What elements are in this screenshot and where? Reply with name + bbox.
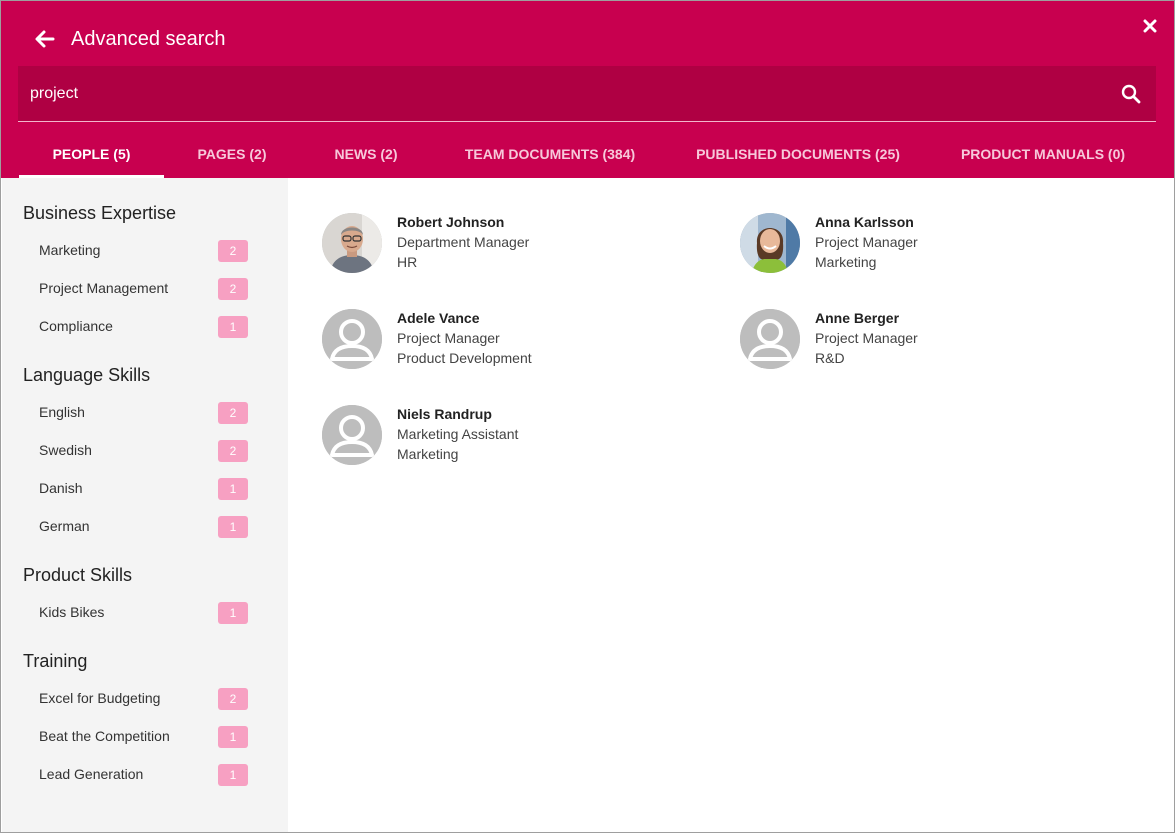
count-badge: 2 [218, 440, 248, 462]
facet-item[interactable]: German [39, 518, 90, 534]
person-card[interactable]: Anna Karlsson Project Manager Marketing [740, 213, 1120, 283]
user-placeholder-icon [740, 309, 800, 369]
search-input[interactable] [30, 80, 1110, 108]
user-placeholder-icon [322, 309, 382, 369]
facet-item[interactable]: Excel for Budgeting [39, 690, 160, 706]
person-card[interactable]: Niels Randrup Marketing Assistant Market… [322, 405, 702, 475]
count-badge: 1 [218, 478, 248, 500]
facet-group-title: Business Expertise [23, 203, 177, 223]
count-badge: 1 [218, 726, 248, 748]
user-placeholder-icon [322, 405, 382, 465]
person-name: Anne Berger [815, 310, 900, 326]
person-department: R&D [815, 350, 845, 366]
facet-group-title: Language Skills [23, 365, 151, 385]
tab-product-manuals[interactable]: PRODUCT MANUALS (0) [956, 136, 1130, 178]
facet-item[interactable]: Beat the Competition [39, 728, 170, 744]
result-tabs: PEOPLE (5) PAGES (2) NEWS (2) TEAM DOCUM… [19, 136, 1159, 178]
person-card[interactable]: Robert Johnson Department Manager HR [322, 213, 702, 283]
person-name: Adele Vance [397, 310, 480, 326]
person-department: Marketing [815, 254, 877, 270]
tab-team-documents[interactable]: TEAM DOCUMENTS (384) [459, 136, 641, 178]
facet-item[interactable]: Danish [39, 480, 83, 496]
facet-group-title: Training [23, 651, 88, 671]
count-badge: 1 [218, 516, 248, 538]
facet-item[interactable]: Compliance [39, 318, 113, 334]
person-department: HR [397, 254, 418, 270]
person-name: Robert Johnson [397, 214, 505, 230]
avatar [322, 213, 382, 273]
count-badge: 1 [218, 764, 248, 786]
tab-news[interactable]: NEWS (2) [316, 136, 416, 178]
count-badge: 1 [218, 602, 248, 624]
person-card[interactable]: Anne Berger Project Manager R&D [740, 309, 1120, 379]
page-title: Advanced search [71, 28, 226, 50]
search-icon[interactable] [1120, 83, 1142, 105]
facet-item[interactable]: Marketing [39, 242, 100, 258]
count-badge: 2 [218, 278, 248, 300]
person-role: Project Manager [815, 234, 918, 250]
header: Advanced search PEOPLE (5) PAGES (2) NEW… [1, 1, 1174, 178]
advanced-search-dialog: Advanced search PEOPLE (5) PAGES (2) NEW… [0, 0, 1175, 833]
person-card[interactable]: Adele Vance Project Manager Product Deve… [322, 309, 702, 379]
count-badge: 2 [218, 688, 248, 710]
arrow-left-icon[interactable] [31, 25, 59, 53]
person-role: Department Manager [397, 234, 530, 250]
tab-people[interactable]: PEOPLE (5) [19, 136, 164, 178]
facet-group-title: Product Skills [23, 565, 133, 585]
count-badge: 2 [218, 240, 248, 262]
tab-published-documents[interactable]: PUBLISHED DOCUMENTS (25) [695, 136, 901, 178]
facet-item[interactable]: Project Management [39, 280, 168, 296]
avatar [740, 213, 800, 273]
person-role: Marketing Assistant [397, 426, 519, 442]
search-bar [18, 66, 1156, 122]
people-results: Robert Johnson Department Manager HR Ann… [288, 178, 1174, 832]
facet-item[interactable]: English [39, 404, 85, 420]
facet-item[interactable]: Swedish [39, 442, 92, 458]
close-icon[interactable] [1139, 15, 1161, 37]
facet-item[interactable]: Kids Bikes [39, 604, 104, 620]
count-badge: 2 [218, 402, 248, 424]
person-role: Project Manager [397, 330, 500, 346]
count-badge: 1 [218, 316, 248, 338]
person-role: Project Manager [815, 330, 918, 346]
person-name: Niels Randrup [397, 406, 492, 422]
facet-item[interactable]: Lead Generation [39, 766, 143, 782]
person-department: Marketing [397, 446, 459, 462]
person-name: Anna Karlsson [815, 214, 914, 230]
tab-pages[interactable]: PAGES (2) [182, 136, 282, 178]
person-department: Product Development [397, 350, 532, 366]
facet-sidebar: Business Expertise Marketing 2 Project M… [2, 178, 288, 832]
